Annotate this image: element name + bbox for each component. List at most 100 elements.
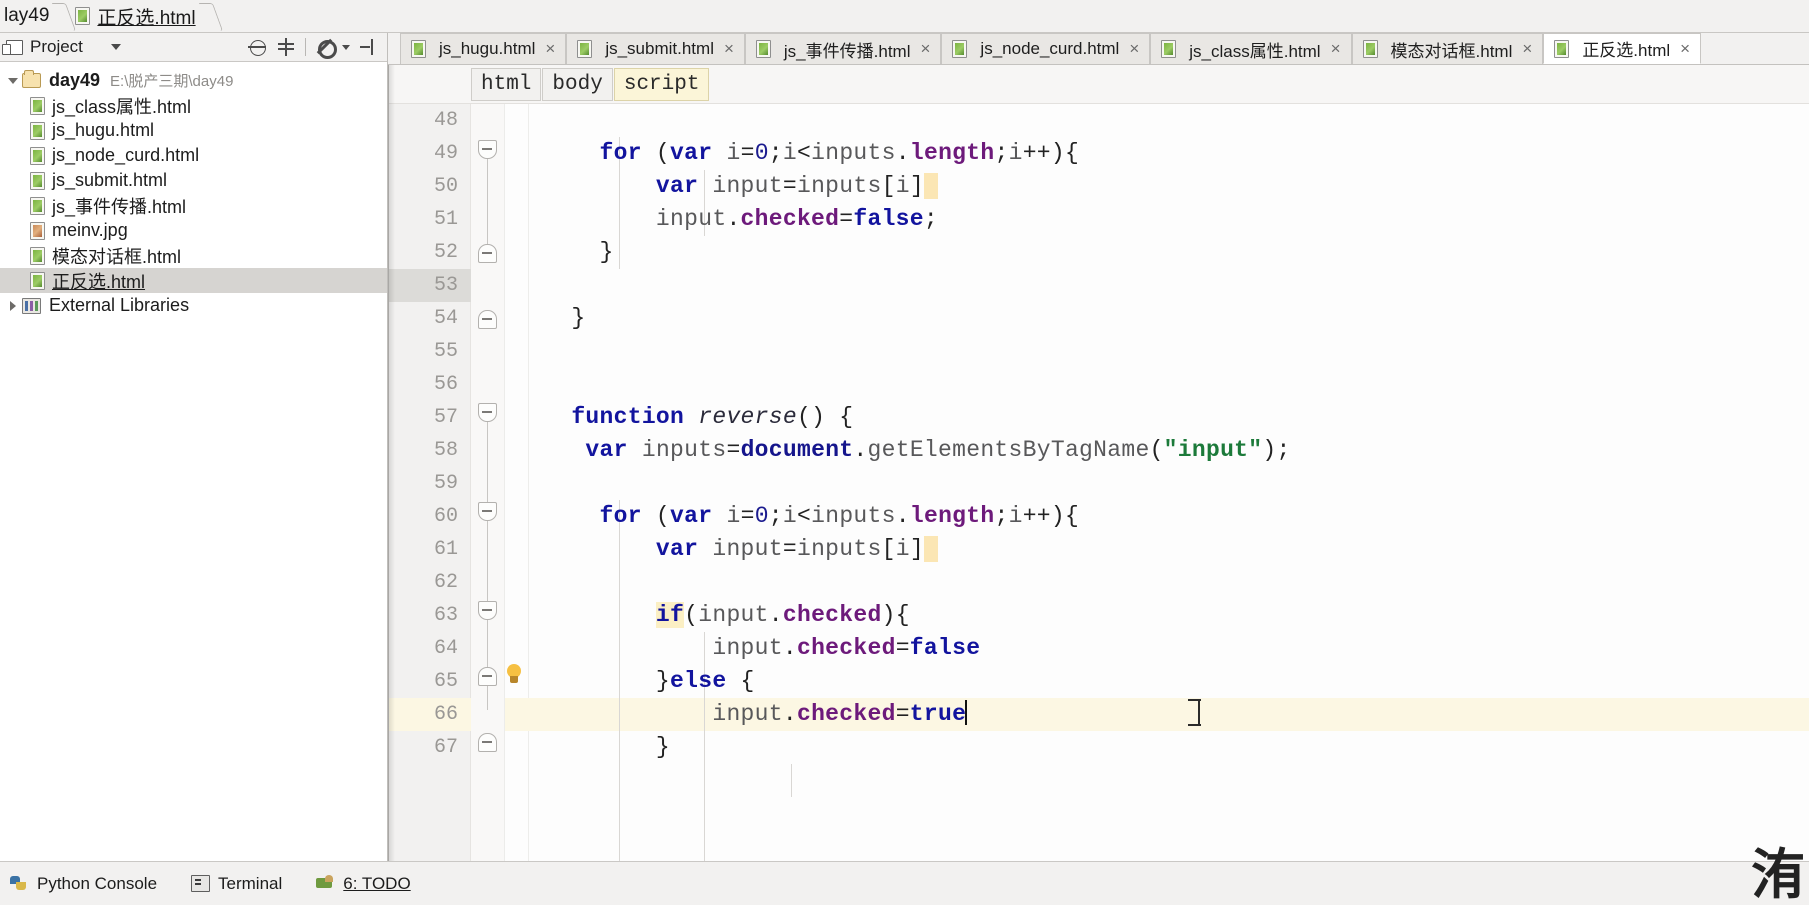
chevron-down-icon[interactable] <box>110 44 121 50</box>
line-number: 67 <box>433 736 458 759</box>
tab-label: js_node_curd.html <box>980 39 1120 58</box>
html-file-icon <box>30 146 45 165</box>
tree-item-js-submit[interactable]: js_submit.html <box>0 168 387 193</box>
status-bar: Python Console Terminal 6: TODO <box>0 861 1809 905</box>
tree-item-label: js_hugu.html <box>52 120 155 140</box>
tree-item-js-node-curd[interactable]: js_node_curd.html <box>0 143 387 168</box>
html-file-icon <box>30 96 45 115</box>
python-console-icon <box>10 875 29 892</box>
editor-tab-bar: js_hugu.html × js_submit.html × js_事件传播.… <box>388 33 1809 65</box>
tab-js-submit[interactable]: js_submit.html × <box>566 33 745 64</box>
line-number: 64 <box>433 637 458 660</box>
image-file-icon <box>30 221 45 240</box>
code-editor[interactable]: for (var i=0;i<inputs.length;i++){ var i… <box>529 104 1809 861</box>
close-icon[interactable]: × <box>724 39 734 59</box>
structure-crumb-script[interactable]: script <box>613 67 710 101</box>
editor-fold-column[interactable] <box>471 104 505 861</box>
project-tool-window: Project day49 E:\脱产三期\day49 js_class属性.h… <box>0 33 388 861</box>
line-number: 54 <box>433 307 458 330</box>
fold-collapse-icon-2[interactable] <box>478 403 497 422</box>
tree-item-label: js_submit.html <box>52 170 168 190</box>
structure-crumb-html[interactable]: html <box>471 67 542 101</box>
close-icon[interactable]: × <box>1129 39 1139 59</box>
tree-item-zhengfanxuan[interactable]: 正反选.html <box>0 268 387 293</box>
close-icon[interactable]: × <box>545 39 555 59</box>
html-file-icon <box>30 121 45 140</box>
status-terminal[interactable]: Terminal <box>191 874 282 894</box>
tree-item-modal-dialog[interactable]: 模态对话框.html <box>0 243 387 268</box>
code-line-52: } <box>599 239 614 265</box>
library-icon <box>22 297 41 314</box>
code-line-61: var input=inputs[i] <box>529 533 1809 566</box>
tab-js-event-propagation[interactable]: js_事件传播.html × <box>744 33 942 64</box>
fold-expand-end-icon[interactable] <box>478 244 497 263</box>
chevron-expanded-icon[interactable] <box>6 74 20 88</box>
tree-item-js-class-attr[interactable]: js_class属性.html <box>0 93 387 118</box>
html-file-icon <box>755 40 771 58</box>
settings-gear-icon[interactable] <box>315 37 337 59</box>
todo-icon <box>316 875 335 892</box>
project-panel-title: Project <box>30 37 83 56</box>
line-number: 49 <box>433 142 458 165</box>
editor-gutter[interactable]: 48 49 50 51 52 53 54 55 56 57 58 59 60 6… <box>389 104 471 861</box>
tree-item-js-hugu[interactable]: js_hugu.html <box>0 118 387 143</box>
fold-expand-end-icon-4[interactable] <box>478 733 497 752</box>
fold-collapse-icon-4[interactable] <box>478 601 497 620</box>
lightbulb-icon[interactable] <box>506 664 522 686</box>
toolbar-divider <box>305 38 306 56</box>
project-file-tree: day49 E:\脱产三期\day49 js_class属性.html js_h… <box>0 62 387 318</box>
html-file-icon <box>75 7 91 25</box>
fold-collapse-icon[interactable] <box>478 140 497 159</box>
tab-label: js_submit.html <box>605 39 714 58</box>
code-line-58: var inputs=document.getElementsByTagName… <box>585 437 1291 463</box>
html-file-icon <box>30 271 45 290</box>
structure-breadcrumb-bar: html body script <box>389 65 1809 104</box>
fold-expand-end-icon-2[interactable] <box>478 310 497 329</box>
html-file-icon <box>1161 40 1177 58</box>
code-line-60: for (var i=0;i<inputs.length;i++){ <box>599 503 1080 529</box>
line-number: 50 <box>433 175 458 198</box>
code-line-49: for (var i=0;i<inputs.length;i++){ <box>599 140 1080 166</box>
close-icon[interactable]: × <box>1522 39 1532 59</box>
line-number: 59 <box>433 472 458 495</box>
chevron-collapsed-icon[interactable] <box>6 299 20 313</box>
tree-item-label: js_node_curd.html <box>52 145 200 165</box>
collapse-all-icon[interactable] <box>276 37 296 57</box>
marker-current-line-bg <box>505 698 529 731</box>
line-number: 63 <box>433 604 458 627</box>
gear-chevron-down-icon[interactable] <box>342 44 350 50</box>
tree-item-js-event-propagation[interactable]: js_事件传播.html <box>0 193 387 218</box>
close-icon[interactable]: × <box>920 39 930 59</box>
html-file-icon <box>30 171 45 190</box>
editor-marker-column[interactable] <box>505 104 529 861</box>
tab-js-class-attr[interactable]: js_class属性.html × <box>1150 33 1352 64</box>
close-icon[interactable]: × <box>1680 39 1690 59</box>
close-icon[interactable]: × <box>1331 39 1341 59</box>
locate-icon[interactable] <box>247 37 267 57</box>
tab-zhengfanxuan[interactable]: 正反选.html × <box>1543 33 1702 64</box>
line-number: 61 <box>433 538 458 561</box>
tree-item-meinv-jpg[interactable]: meinv.jpg <box>0 218 387 243</box>
line-number: 52 <box>433 241 458 264</box>
hide-panel-icon[interactable] <box>359 37 379 57</box>
tree-item-external-libraries[interactable]: External Libraries <box>0 293 387 318</box>
status-python-console[interactable]: Python Console <box>10 874 157 894</box>
tab-modal-dialog[interactable]: 模态对话框.html × <box>1351 33 1544 64</box>
code-line-64: input.checked=false <box>712 635 981 661</box>
structure-crumb-body[interactable]: body <box>542 67 613 101</box>
fold-collapse-icon-3[interactable] <box>478 502 497 521</box>
code-line-63: if(input.checked){ <box>655 602 910 628</box>
fold-expand-end-icon-3[interactable] <box>478 667 497 686</box>
breadcrumb-project[interactable]: lay49 <box>0 0 55 33</box>
status-label: 6: TODO <box>343 873 411 893</box>
line-number: 51 <box>433 208 458 231</box>
tab-js-hugu[interactable]: js_hugu.html × <box>400 33 567 64</box>
tree-item-day49[interactable]: day49 E:\脱产三期\day49 <box>0 68 387 93</box>
status-todo[interactable]: 6: TODO <box>316 873 411 894</box>
breadcrumb-file[interactable]: 正反选.html <box>71 0 201 33</box>
code-line-66: input.checked=true <box>712 700 968 727</box>
html-file-icon <box>1554 39 1570 58</box>
tab-js-node-curd[interactable]: js_node_curd.html × <box>941 33 1151 64</box>
status-label: Python Console <box>37 873 158 893</box>
